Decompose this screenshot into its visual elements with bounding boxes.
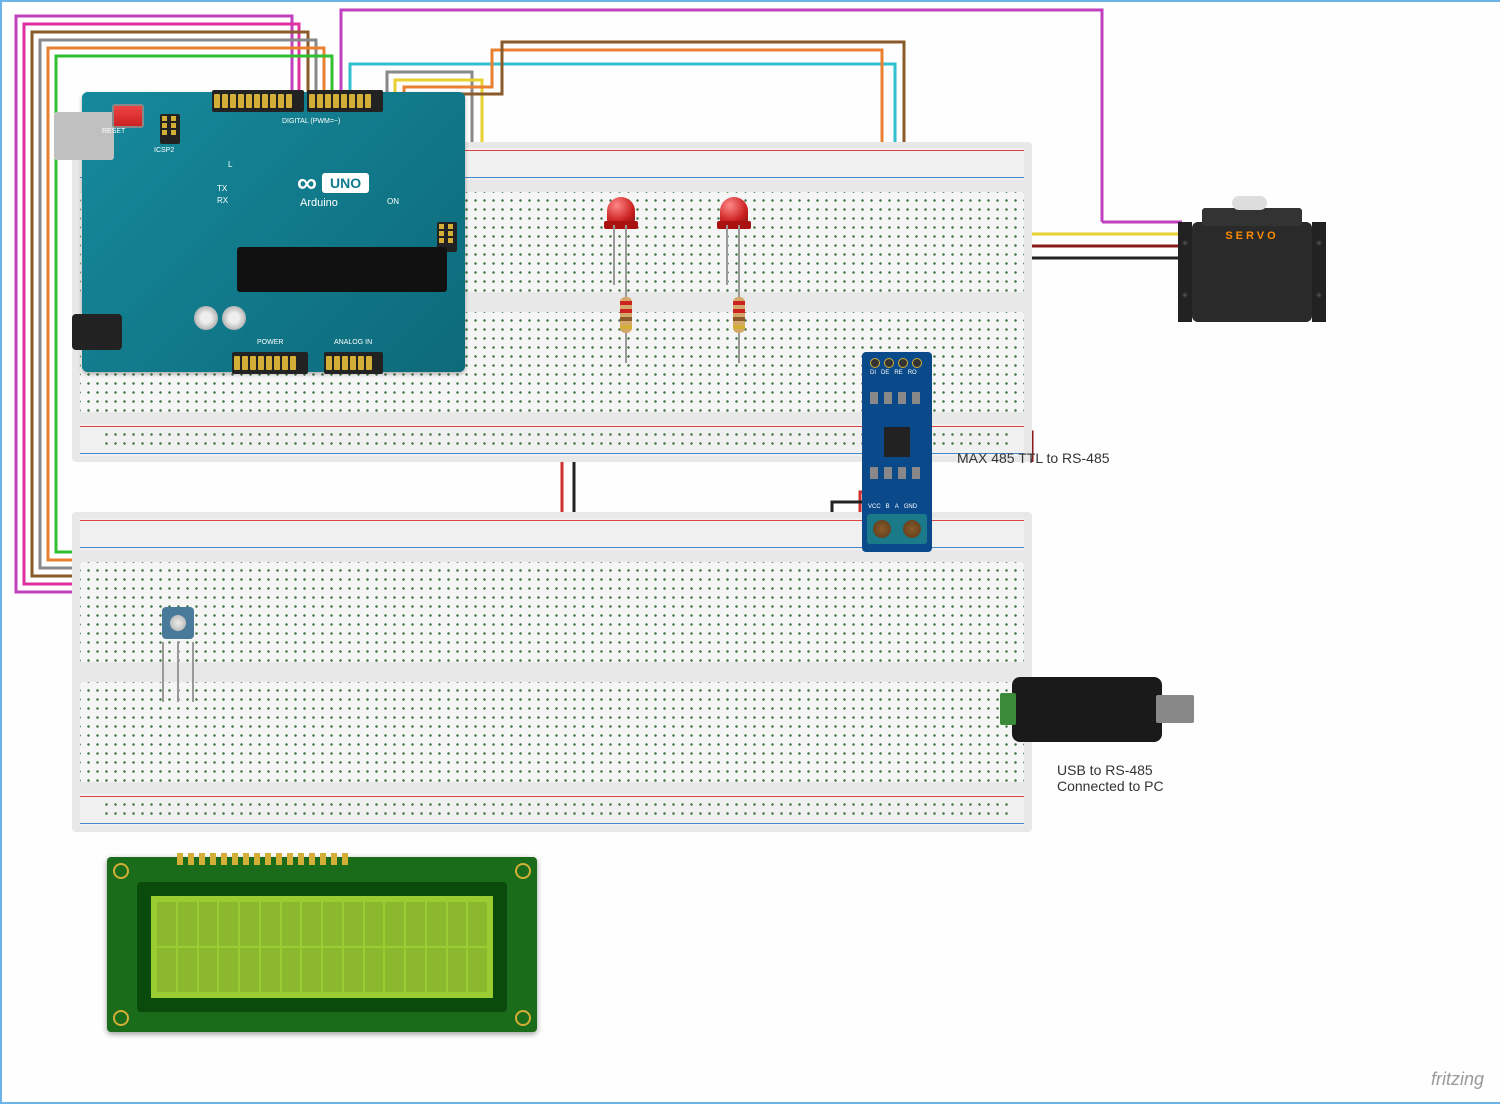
arduino-power-jack <box>72 314 122 350</box>
digital-pwm-label: DIGITAL (PWM=~) <box>282 118 340 125</box>
lcd-screen <box>151 896 493 998</box>
servo-motor: SERVO <box>1192 222 1312 322</box>
reset-label: RESET <box>102 128 125 135</box>
max485-module: DI DE RE RO VCC B A GND <box>862 352 932 552</box>
led-1 <box>607 197 635 225</box>
led-2 <box>720 197 748 225</box>
max485-label: MAX 485 TTL to RS-485 <box>957 450 1110 466</box>
arduino-reset-button[interactable] <box>112 104 144 128</box>
potentiometer[interactable] <box>162 607 194 639</box>
usb485-label: USB to RS-485 Connected to PC <box>1057 762 1164 794</box>
resistor-1 <box>620 297 632 333</box>
arduino-atmega-chip <box>237 247 447 292</box>
lcd-16x2 <box>107 857 537 1032</box>
arduino-logo: ∞ UNO <box>297 167 369 199</box>
breadboard-bottom <box>72 512 1032 832</box>
resistor-2 <box>733 297 745 333</box>
arduino-usb-port <box>54 112 114 160</box>
circuit-diagram: .breadboard::before, .breadboard::after … <box>2 2 1500 1102</box>
usb-to-rs485 <box>1012 677 1162 742</box>
icsp-header <box>160 114 180 144</box>
arduino-uno: RESET DIGITAL (PWM=~) ICSP2 ∞ UNO Arduin… <box>82 92 465 372</box>
fritzing-watermark: fritzing <box>1431 1069 1484 1090</box>
